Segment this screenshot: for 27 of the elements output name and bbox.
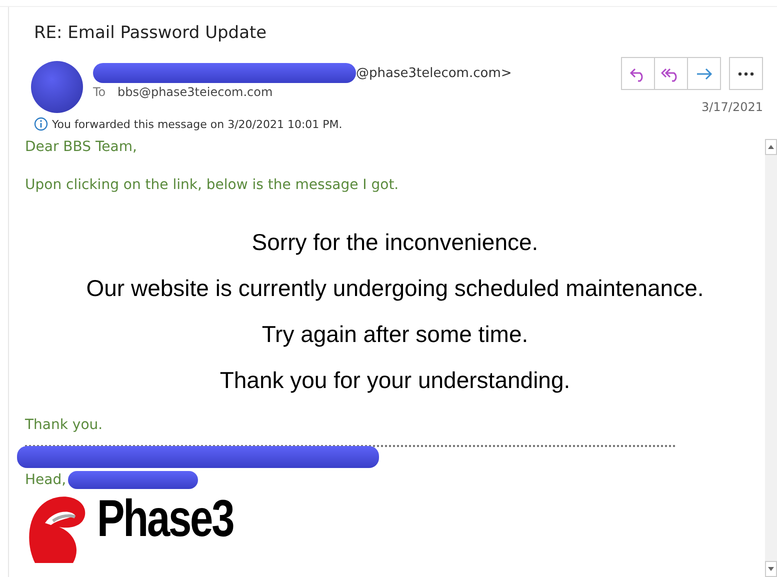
company-logo: Phase3	[25, 493, 765, 563]
right-arrow-icon	[695, 66, 713, 82]
email-subject: RE: Email Password Update	[33, 22, 268, 45]
more-options-button[interactable]	[729, 57, 763, 90]
quoted-message-line: Try again after some time.	[260, 321, 530, 348]
signature-title: Head,	[25, 472, 66, 488]
sender-address: @phase3telecom.com>	[356, 66, 512, 80]
ellipsis-icon	[738, 72, 754, 76]
message-date: 3/17/2021	[701, 100, 763, 114]
scroll-down-button[interactable]	[765, 561, 777, 577]
scroll-up-button[interactable]	[765, 139, 777, 155]
info-icon	[34, 117, 48, 131]
to-label: To	[93, 85, 106, 99]
recipient-address: bbs@phase3teiecom.com	[117, 85, 273, 99]
quoted-message-line: Our website is currently undergoing scheduled maintenance.	[85, 275, 705, 302]
reply-all-button[interactable]	[654, 57, 688, 90]
closing-text: Thank you.	[25, 417, 104, 433]
up-triangle-icon	[768, 145, 774, 149]
quoted-message-line: Thank you for your understanding.	[218, 367, 572, 394]
forward-button[interactable]	[687, 57, 721, 90]
intro-text: Upon clicking on the link, below is the message I got.	[25, 177, 400, 193]
greeting: Dear BBS Team,	[25, 139, 138, 155]
down-triangle-icon	[768, 567, 774, 571]
quoted-message-line: Sorry for the inconvenience.	[250, 229, 540, 256]
avatar	[31, 61, 83, 113]
reply-button[interactable]	[621, 57, 655, 90]
forwarded-notice: You forwarded this message on 3/20/2021 10:01 PM.	[52, 118, 342, 130]
